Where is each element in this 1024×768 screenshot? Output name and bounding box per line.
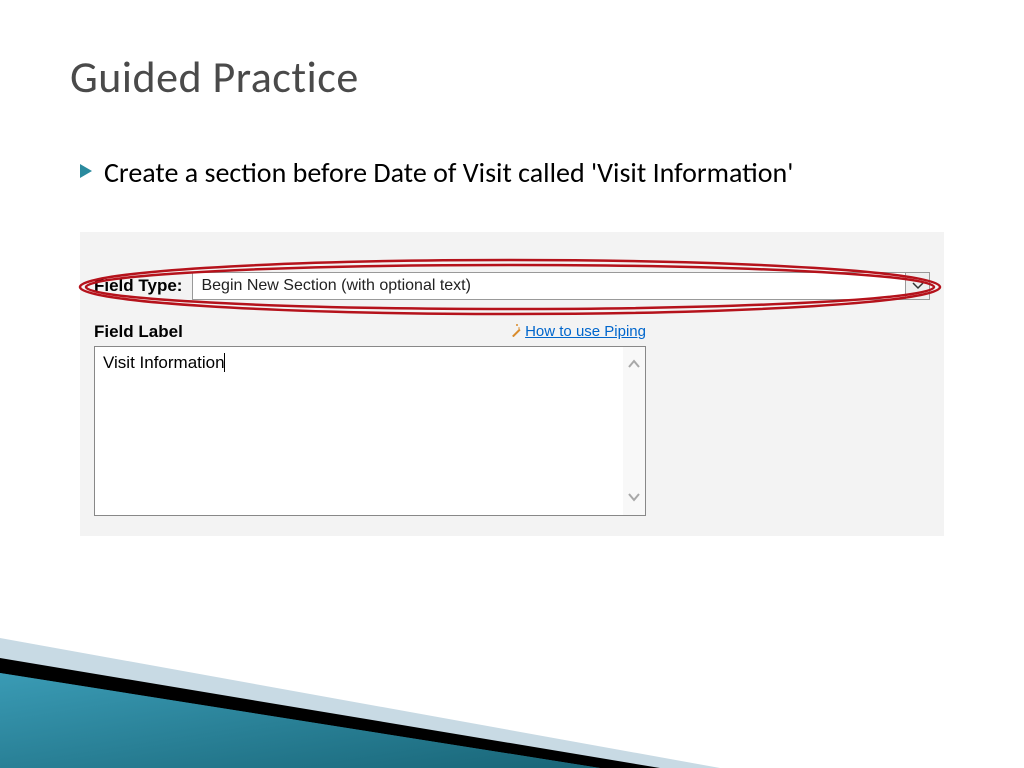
- textarea-text: Visit Information: [103, 353, 225, 372]
- chevron-down-icon: [627, 488, 641, 507]
- field-label-textarea[interactable]: Visit Information: [94, 346, 646, 516]
- chevron-up-icon: [627, 355, 641, 374]
- piping-link-container: How to use Piping: [506, 322, 646, 342]
- triangle-bullet-icon: [80, 164, 92, 183]
- footer-triangle-decoration: [0, 638, 1024, 768]
- wand-icon: [506, 322, 521, 342]
- field-type-label: Field Type:: [94, 276, 182, 296]
- field-label-heading: Field Label: [94, 322, 183, 342]
- slide-title: Guided Practice: [0, 0, 1024, 124]
- bullet-item: Create a section before Date of Visit ca…: [80, 154, 944, 192]
- field-label-row: Field Label How to use Piping: [94, 322, 646, 342]
- textarea-content: Visit Information: [95, 347, 623, 515]
- form-panel: Field Type: Begin New Section (with opti…: [80, 232, 944, 536]
- bullet-container: Create a section before Date of Visit ca…: [0, 124, 1024, 212]
- bullet-text: Create a section before Date of Visit ca…: [104, 154, 793, 192]
- textarea-scrollbar[interactable]: [623, 347, 645, 515]
- field-type-select[interactable]: Begin New Section (with optional text): [192, 272, 930, 300]
- piping-help-link[interactable]: How to use Piping: [525, 323, 646, 340]
- field-type-select-value: Begin New Section (with optional text): [193, 273, 905, 299]
- field-type-row: Field Type: Begin New Section (with opti…: [94, 272, 930, 300]
- text-cursor-icon: [224, 353, 225, 372]
- chevron-down-icon: [905, 273, 929, 299]
